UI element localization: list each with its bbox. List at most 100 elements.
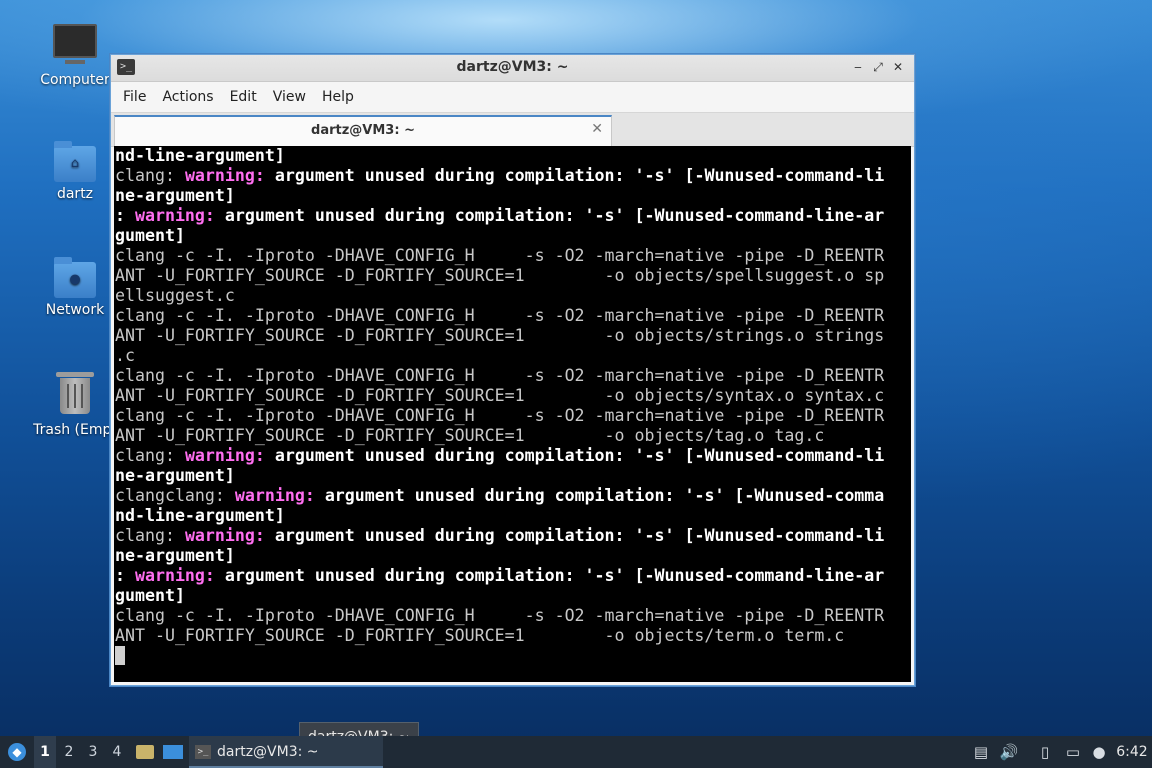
terminal-line: ne-argument]: [115, 186, 884, 206]
terminal-line: clang -c -I. -Iproto -DHAVE_CONFIG_H -s …: [115, 246, 884, 266]
warning-label: warning:: [184, 526, 265, 545]
desktop: Computer ⌂ dartz ● Network Trash (Empt >…: [0, 0, 1152, 768]
terminal-line: : warning: argument unused during compil…: [115, 566, 884, 586]
terminal-line: ANT -U_FORTIFY_SOURCE -D_FORTIFY_SOURCE=…: [115, 626, 884, 646]
terminal-line: ne-argument]: [115, 546, 884, 566]
terminal-line: nd-line-argument]: [115, 146, 884, 166]
terminal-text: argument unused during compilation: '-s'…: [314, 486, 885, 505]
terminal-text: ANT -U_FORTIFY_SOURCE -D_FORTIFY_SOURCE=…: [115, 386, 885, 405]
terminal-line: : warning: argument unused during compil…: [115, 206, 884, 226]
taskbar: ◆ 1 2 3 4 >_ dartz@VM3: ~ ▤ 🔊 ▯ ▭ ● 6:42: [0, 736, 1152, 768]
warning-label: warning:: [234, 486, 315, 505]
terminal-text: clang -c -I. -Iproto -DHAVE_CONFIG_H -s …: [115, 246, 885, 265]
terminal-line: ANT -U_FORTIFY_SOURCE -D_FORTIFY_SOURCE=…: [115, 386, 884, 406]
terminal-line: ellsuggest.c: [115, 286, 884, 306]
terminal-line: ne-argument]: [115, 466, 884, 486]
terminal-text: clang:: [115, 166, 185, 185]
warning-label: warning:: [134, 566, 215, 585]
terminal-text: argument unused during compilation: '-s'…: [264, 526, 885, 545]
menu-actions[interactable]: Actions: [154, 89, 221, 105]
terminal-text: clang:: [115, 526, 185, 545]
taskbar-item-label: dartz@VM3: ~: [217, 744, 319, 760]
terminal-text: gument]: [115, 586, 185, 605]
whisker-menu-icon: ◆: [8, 743, 26, 761]
terminal-text: nd-line-argument]: [115, 506, 285, 525]
computer-icon: [53, 24, 97, 64]
whisker-menu-button[interactable]: ◆: [4, 736, 30, 768]
terminal-task-icon: >_: [195, 745, 211, 759]
network-icon[interactable]: ▭: [1062, 736, 1084, 768]
terminal-lines: nd-line-argument] clang: warning: argumen…: [115, 146, 884, 646]
terminal-text: .c: [115, 346, 135, 365]
workspace-2[interactable]: 2: [58, 736, 80, 768]
terminal-text: ne-argument]: [115, 466, 235, 485]
menu-edit[interactable]: Edit: [222, 89, 265, 105]
terminal-line: clang -c -I. -Iproto -DHAVE_CONFIG_H -s …: [115, 406, 884, 426]
warning-label: warning:: [184, 166, 265, 185]
tab-bar: dartz@VM3: ~ ✕: [111, 113, 914, 147]
terminal-line: clang -c -I. -Iproto -DHAVE_CONFIG_H -s …: [115, 606, 884, 626]
taskbar-item-terminal[interactable]: >_ dartz@VM3: ~: [189, 736, 383, 768]
menu-help[interactable]: Help: [314, 89, 362, 105]
terminal-text: :: [115, 566, 135, 585]
notes-icon[interactable]: ▯: [1034, 736, 1056, 768]
terminal-cursor: [115, 646, 125, 665]
warning-label: warning:: [184, 446, 265, 465]
workspace-3[interactable]: 3: [82, 736, 104, 768]
terminal-text: gument]: [115, 226, 185, 245]
notification-icon[interactable]: ●: [1088, 736, 1110, 768]
terminal-text: clangclang:: [115, 486, 235, 505]
terminal-line: ANT -U_FORTIFY_SOURCE -D_FORTIFY_SOURCE=…: [115, 326, 884, 346]
terminal-line: clangclang: warning: argument unused dur…: [115, 486, 884, 506]
terminal-text: ne-argument]: [115, 186, 235, 205]
volume-icon[interactable]: 🔊: [998, 736, 1020, 768]
trash-icon: [56, 372, 94, 414]
terminal-line: .c: [115, 346, 884, 366]
terminal-text: argument unused during compilation: '-s'…: [264, 446, 885, 465]
workspace-1[interactable]: 1: [34, 736, 56, 768]
network-folder-icon: ●: [54, 257, 96, 298]
clipboard-icon[interactable]: ▤: [970, 736, 992, 768]
terminal-tab[interactable]: dartz@VM3: ~ ✕: [114, 115, 612, 147]
window-titlebar[interactable]: >_ dartz@VM3: ~ ‒ ⤢ ✕: [111, 55, 914, 82]
terminal-line: gument]: [115, 226, 884, 246]
terminal-window: >_ dartz@VM3: ~ ‒ ⤢ ✕ File Actions Edit …: [110, 54, 915, 686]
terminal-text: ANT -U_FORTIFY_SOURCE -D_FORTIFY_SOURCE=…: [115, 626, 845, 645]
terminal-text: argument unused during compilation: '-s'…: [264, 166, 885, 185]
terminal-line: clang -c -I. -Iproto -DHAVE_CONFIG_H -s …: [115, 306, 884, 326]
terminal-text: ellsuggest.c: [115, 286, 235, 305]
workspace-4[interactable]: 4: [106, 736, 128, 768]
terminal-text: ANT -U_FORTIFY_SOURCE -D_FORTIFY_SOURCE=…: [115, 266, 885, 285]
tab-close-icon[interactable]: ✕: [591, 121, 603, 137]
terminal-text: ne-argument]: [115, 546, 235, 565]
terminal-text: :: [115, 206, 135, 225]
terminal-line: ANT -U_FORTIFY_SOURCE -D_FORTIFY_SOURCE=…: [115, 266, 884, 286]
terminal-line: clang: warning: argument unused during c…: [115, 166, 884, 186]
terminal-line: clang: warning: argument unused during c…: [115, 446, 884, 466]
menu-view[interactable]: View: [265, 89, 314, 105]
terminal-text: clang -c -I. -Iproto -DHAVE_CONFIG_H -s …: [115, 606, 885, 625]
terminal-text: clang -c -I. -Iproto -DHAVE_CONFIG_H -s …: [115, 306, 885, 325]
terminal-output[interactable]: nd-line-argument] clang: warning: argumen…: [114, 146, 911, 682]
menubar: File Actions Edit View Help: [111, 82, 914, 113]
maximize-button[interactable]: ⤢: [870, 59, 886, 75]
window-title: dartz@VM3: ~: [456, 59, 569, 75]
terminal-text: ANT -U_FORTIFY_SOURCE -D_FORTIFY_SOURCE=…: [115, 426, 825, 445]
warning-label: warning:: [134, 206, 215, 225]
close-button[interactable]: ✕: [890, 59, 906, 75]
desktop-icon[interactable]: [162, 736, 184, 768]
terminal-line: nd-line-argument]: [115, 506, 884, 526]
minimize-button[interactable]: ‒: [850, 59, 866, 75]
tab-title: dartz@VM3: ~: [311, 123, 415, 138]
terminal-text: clang:: [115, 446, 185, 465]
terminal-text: clang -c -I. -Iproto -DHAVE_CONFIG_H -s …: [115, 406, 885, 425]
file-manager-icon[interactable]: [134, 736, 156, 768]
terminal-line: clang -c -I. -Iproto -DHAVE_CONFIG_H -s …: [115, 366, 884, 386]
terminal-text: argument unused during compilation: '-s'…: [214, 206, 885, 225]
terminal-line: gument]: [115, 586, 884, 606]
terminal-line: clang: warning: argument unused during c…: [115, 526, 884, 546]
home-folder-icon: ⌂: [54, 141, 96, 182]
menu-file[interactable]: File: [115, 89, 154, 105]
terminal-text: ANT -U_FORTIFY_SOURCE -D_FORTIFY_SOURCE=…: [115, 326, 885, 345]
clock[interactable]: 6:42: [1112, 736, 1152, 768]
